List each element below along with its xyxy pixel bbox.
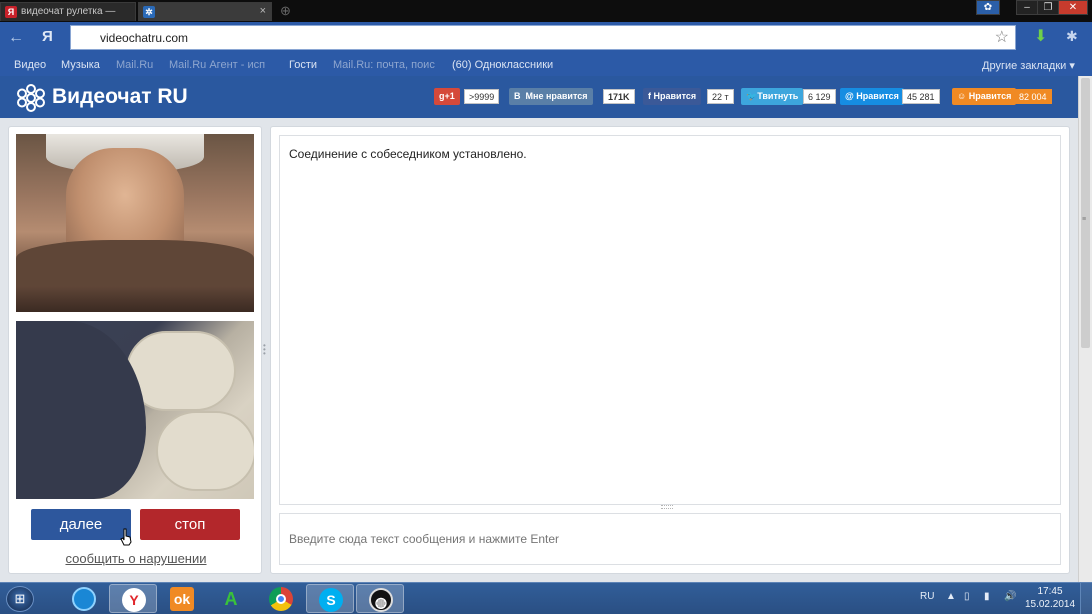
mailru-like-button[interactable]: @ Нравится	[840, 88, 904, 105]
chrome-icon	[269, 587, 293, 611]
vk-icon: В	[514, 91, 521, 101]
address-text: videochatru.com	[100, 31, 189, 45]
chat-log: Соединение с собеседником установлено.	[279, 135, 1061, 505]
tab-videochat-roulette[interactable]: Я видеочат рулетка —	[0, 2, 136, 21]
share-twitter[interactable]: 🐦Твитнуть 6 129	[741, 88, 836, 106]
battery-icon[interactable]: ▯	[964, 591, 970, 602]
stop-button[interactable]: стоп	[140, 509, 240, 540]
panel-resize-grip[interactable]: • • •	[263, 342, 267, 358]
taskbar-yandex-browser[interactable]: Y	[109, 584, 157, 613]
chat-panel: Соединение с собеседником установлено.	[270, 126, 1070, 574]
bookmark-video[interactable]: Видео	[14, 59, 46, 71]
clock-time: 17:45	[1037, 586, 1063, 597]
bookmark-mailru-mail[interactable]: Mail.Ru: почта, поис	[333, 59, 435, 71]
new-tab-icon[interactable]: ⊕	[280, 3, 291, 19]
share-vk[interactable]: В Мне нравится 171K	[509, 88, 635, 106]
system-message: Соединение с собеседником установлено.	[289, 147, 527, 161]
download-arrow-icon[interactable]: ⬇	[1034, 26, 1047, 46]
gplus-button[interactable]: g+1	[434, 88, 460, 105]
windows-taskbar: ⊞ Y ok A S ◍ RU ▲ ▯ ▮ 🔊 17:45 15.02.2014	[0, 582, 1092, 614]
other-bookmarks[interactable]: Другие закладки ▾	[982, 59, 1075, 72]
back-arrow-icon[interactable]: ←	[8, 29, 24, 47]
taskbar-agent[interactable]: A	[207, 584, 255, 613]
gplus-count: >9999	[464, 89, 500, 104]
partner-video	[16, 134, 254, 312]
odnoklassniki-icon: ok	[170, 587, 194, 611]
bookmark-odnoklassniki[interactable]: (60) Одноклассники	[452, 59, 553, 71]
language-indicator[interactable]: RU	[920, 591, 934, 602]
facebook-count: 22 т	[707, 89, 734, 104]
tab-label: видеочат рулетка —	[21, 6, 116, 17]
network-icon[interactable]: ▮	[984, 591, 990, 602]
taskbar-chrome[interactable]	[257, 584, 305, 613]
share-odnoklassniki[interactable]: ☺ Нравится 82 004	[952, 88, 1054, 106]
scrollbar-grip-icon: ≡	[1082, 216, 1087, 223]
hand-cursor-icon	[120, 528, 132, 546]
next-button[interactable]: далее	[31, 509, 131, 540]
star-bookmark-icon[interactable]: ☆	[995, 27, 1009, 47]
tray-expand-icon[interactable]: ▲	[946, 591, 956, 602]
bookmark-guests[interactable]: Гости	[289, 59, 317, 71]
close-tab-icon[interactable]: ×	[260, 5, 266, 17]
system-clock[interactable]: 17:45 15.02.2014	[1024, 585, 1076, 611]
ie-icon	[72, 587, 96, 611]
share-gplus[interactable]: g+1 >9999	[434, 88, 500, 106]
ok-like-button[interactable]: ☺ Нравится	[952, 88, 1017, 105]
site-header: Видеочат RU g+1 >9999 В Мне нравится 171…	[0, 76, 1078, 118]
twitter-count: 6 129	[803, 89, 836, 104]
page-scrollbar[interactable]: ≡	[1078, 76, 1092, 582]
show-desktop-button[interactable]	[1080, 583, 1092, 614]
bookmark-mailru-agent[interactable]: Mail.Ru Агент - исп	[169, 59, 265, 71]
share-mailru[interactable]: @ Нравится 45 281	[840, 88, 944, 106]
videochat-logo-icon	[17, 84, 45, 112]
yandex-logo-icon[interactable]: Я	[42, 28, 53, 45]
tools-icon[interactable]: ✱	[1066, 28, 1078, 45]
clock-date: 15.02.2014	[1024, 599, 1076, 610]
page-content: Видеочат RU g+1 >9999 В Мне нравится 171…	[0, 76, 1078, 582]
browser-settings-icon[interactable]: ✿	[976, 0, 1000, 15]
mailru-icon: @	[845, 91, 854, 101]
mailru-count: 45 281	[902, 89, 940, 104]
message-input[interactable]	[279, 513, 1061, 565]
browser-tab-strip: Я видеочат рулетка — ✲ × ⊕ ✿ – ❐ ✕	[0, 0, 1092, 22]
bookmark-mailru[interactable]: Mail.Ru	[116, 59, 153, 71]
ok-count: 82 004	[1014, 89, 1052, 104]
report-violation-link[interactable]: сообщить о нарушении	[9, 551, 263, 566]
taskbar-skype[interactable]: S	[306, 584, 354, 613]
facebook-icon: f	[648, 91, 651, 101]
vk-like-button[interactable]: В Мне нравится	[509, 88, 593, 105]
taskbar-ie[interactable]	[60, 584, 108, 613]
taskbar-obs[interactable]: ◍	[356, 584, 404, 613]
site-title: Видеочат RU	[52, 85, 188, 108]
close-window-button[interactable]: ✕	[1058, 0, 1088, 15]
yandex-favicon-icon: Я	[5, 6, 17, 18]
agent-icon: A	[224, 589, 238, 609]
yandex-browser-icon: Y	[122, 588, 146, 612]
skype-icon: S	[319, 588, 343, 612]
tab-videochatru[interactable]: ✲ ×	[138, 2, 272, 21]
taskbar-odnoklassniki[interactable]: ok	[158, 584, 206, 613]
share-facebook[interactable]: f Нравится 22 т	[643, 88, 734, 106]
chat-resize-grip[interactable]	[661, 505, 673, 509]
video-panel: далее стоп сообщить о нарушении	[8, 126, 262, 574]
bookmark-music[interactable]: Музыка	[61, 59, 100, 71]
minimize-button[interactable]: –	[1016, 0, 1038, 15]
videochat-favicon-icon: ✲	[143, 6, 155, 18]
bookmarks-bar: Видео Музыка Mail.Ru Mail.Ru Агент - исп…	[0, 54, 1092, 76]
obs-icon: ◍	[369, 588, 393, 612]
start-button[interactable]: ⊞	[6, 586, 34, 612]
vk-count: 171K	[603, 89, 635, 104]
maximize-button[interactable]: ❐	[1037, 0, 1059, 15]
twitter-tweet-button[interactable]: 🐦Твитнуть	[741, 88, 804, 105]
volume-icon[interactable]: 🔊	[1004, 591, 1016, 602]
own-webcam-video	[16, 321, 254, 499]
browser-toolbar: ← Я videochatru.com ☆ ⬇ ✱	[0, 22, 1092, 54]
scrollbar-thumb[interactable]	[1081, 78, 1090, 348]
odnoklassniki-icon: ☺	[957, 91, 967, 101]
address-bar[interactable]: videochatru.com ☆	[70, 25, 1016, 50]
facebook-like-button[interactable]: f Нравится	[643, 88, 702, 105]
